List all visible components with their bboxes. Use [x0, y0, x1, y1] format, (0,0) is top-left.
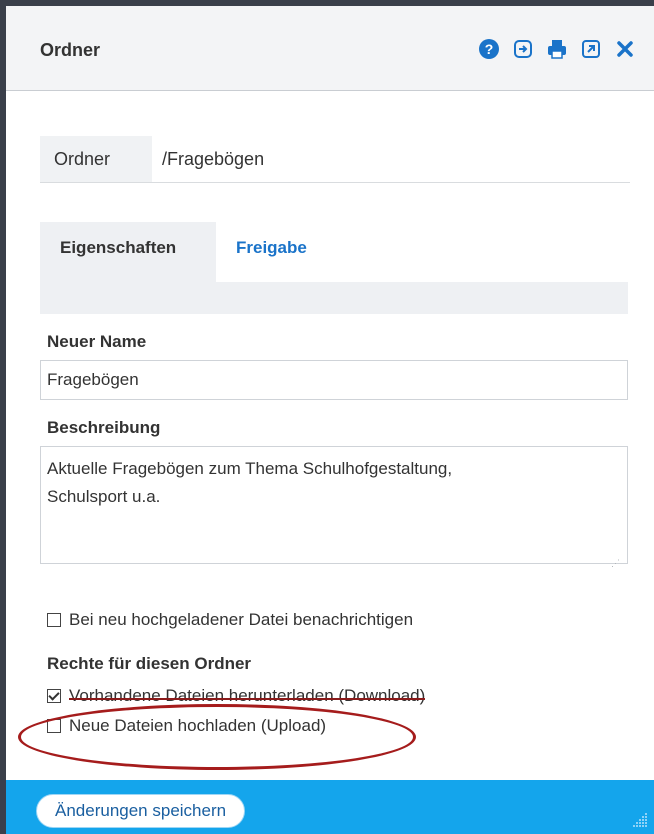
name-input[interactable]: Fragebögen [40, 360, 628, 400]
svg-text:?: ? [485, 41, 494, 57]
close-icon[interactable] [614, 38, 636, 60]
highlight-circle-annotation [18, 704, 416, 770]
resize-grip-icon[interactable]: ⋰ [611, 549, 621, 568]
notify-checkbox[interactable] [47, 613, 61, 627]
name-label: Neuer Name [47, 332, 147, 351]
download-checkbox[interactable] [47, 689, 61, 703]
folder-label: Ordner [40, 136, 152, 182]
rights-label: Rechte für diesen Ordner [47, 654, 252, 673]
download-label-wrap: Vorhandene Dateien herunterladen (Downlo… [69, 686, 426, 706]
folder-path: /Fragebögen [162, 149, 265, 169]
print-icon[interactable] [546, 38, 568, 60]
tab-freigabe[interactable]: Freigabe [236, 222, 307, 274]
description-label: Beschreibung [47, 418, 161, 437]
description-text: Aktuelle Fragebögen zum Thema Schulhofge… [47, 459, 453, 506]
tab-bar: Eigenschaften Freigabe [40, 222, 628, 314]
notify-checkbox-row[interactable]: Bei neu hochgeladener Datei benachrichti… [47, 610, 413, 630]
save-changes-button[interactable]: Änderungen speichern [36, 794, 246, 828]
dialog-title: Ordner [40, 40, 101, 60]
description-textarea[interactable]: Aktuelle Fragebögen zum Thema Schulhofge… [40, 446, 628, 568]
move-icon[interactable] [512, 38, 534, 60]
notify-label: Bei neu hochgeladener Datei benachrichti… [69, 610, 414, 629]
tab-eigenschaften[interactable]: Eigenschaften [40, 222, 216, 282]
corner-resize-icon[interactable] [630, 810, 648, 828]
dialog-header: Ordner ? [6, 6, 654, 91]
download-label: Vorhandene Dateien herunterladen (Downlo… [69, 686, 426, 705]
external-link-icon[interactable] [580, 38, 602, 60]
help-icon[interactable]: ? [478, 38, 500, 60]
strikethrough-line [69, 698, 426, 700]
header-toolbar: ? [478, 38, 636, 60]
download-checkbox-row[interactable]: Vorhandene Dateien herunterladen (Downlo… [47, 686, 426, 706]
folder-path-row: Ordner /Fragebögen [40, 136, 630, 183]
